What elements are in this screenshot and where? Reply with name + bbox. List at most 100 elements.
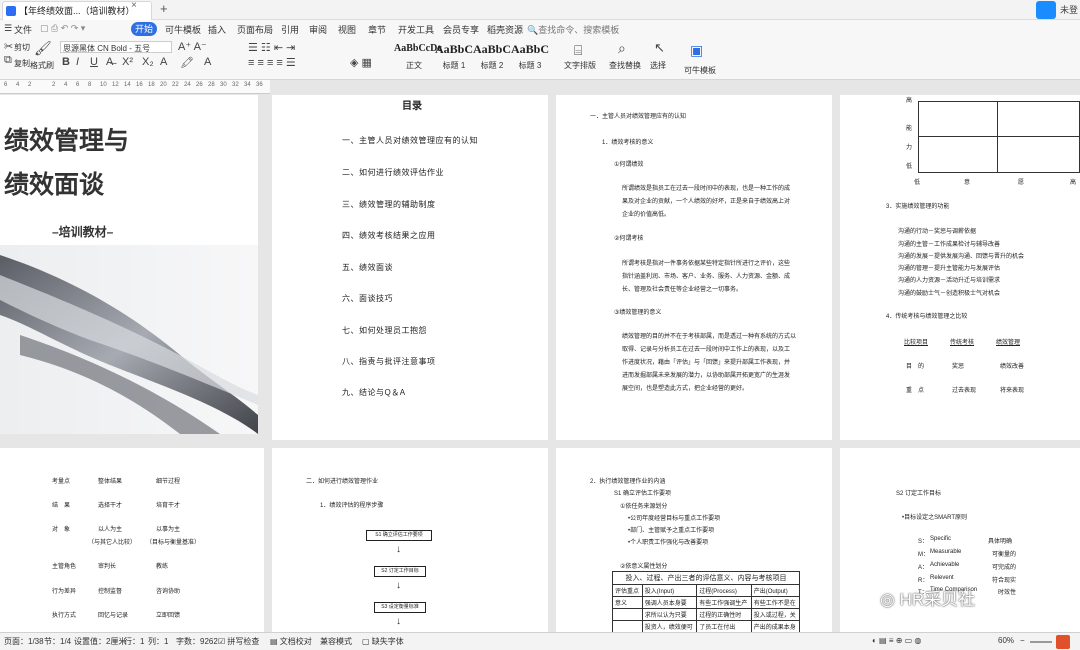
bold-icon[interactable]: B (62, 56, 70, 68)
copy-icon[interactable]: ⧉ (4, 54, 12, 67)
toc-heading: 目录 (402, 101, 422, 112)
find-replace-label[interactable]: 查找替换 (609, 60, 641, 71)
format-painter-icon[interactable]: 🖌 (34, 40, 52, 57)
compare-cell: （目标与衡量基准） (146, 540, 201, 546)
format-painter-label[interactable]: 格式刷 (30, 60, 54, 71)
font-color-icon[interactable]: A (160, 56, 167, 68)
menu-view[interactable]: 视图 (338, 23, 356, 36)
style-heading1[interactable]: AaBbC 标题 1 (434, 40, 474, 76)
superscript-icon[interactable]: X² (122, 56, 133, 68)
bullet-item: •个人职责工作强化与改善要项 (628, 540, 709, 546)
menu-chapter[interactable]: 章节 (368, 23, 386, 36)
compare-cell: 回忆与记录 (98, 613, 129, 619)
missing-font-button[interactable]: ▢ 缺失字体 (362, 636, 404, 647)
subhead-performance: ①何谓绩效 (614, 162, 644, 168)
subhead-by-source: ①依任务来源划分 (620, 504, 668, 510)
toc-item-1[interactable]: 一、主管人员对绩效管理应有的认知 (342, 135, 478, 146)
compare-cell: 主管角色 (52, 564, 77, 570)
subsection-heading: 1．绩效评估的程序步骤 (320, 503, 384, 509)
compare-cell: 绩效改善 (1000, 364, 1025, 370)
italic-icon[interactable]: I (76, 56, 79, 68)
subscript-icon[interactable]: X₂ (142, 56, 154, 68)
compare-header: 传统考核 (950, 340, 975, 346)
cut-label[interactable]: 剪切 (14, 42, 30, 53)
compare-cell: 奖惩 (952, 364, 965, 370)
font-select[interactable]: 思源黑体 CN Bold - 五号 (60, 41, 172, 53)
document-tab[interactable]: 【年终绩效面...（培训教材） (2, 1, 152, 20)
hamburger-menu-icon[interactable]: ☰ (4, 23, 12, 34)
toc-item-4[interactable]: 四、绩效考核结果之应用 (342, 230, 436, 241)
paragraph-line: 取得、记录与分析员工在过去一段时间中工作上的表现，以及工 (622, 347, 791, 353)
zoom-out-icon[interactable]: − (1020, 636, 1025, 645)
toc-item-5[interactable]: 五、绩效面谈 (342, 262, 393, 273)
toc-item-6[interactable]: 六、面谈技巧 (342, 293, 393, 304)
menu-bar: ☰ 文件 ▢ ⎙ ↶ ↷ ▾ 开始 可牛模板 插入 页面布局 引用 审阅 视图 … (0, 20, 1080, 38)
underline-icon[interactable]: U (90, 56, 98, 68)
menu-page-layout[interactable]: 页面布局 (237, 23, 273, 36)
text-layout-label[interactable]: 文字排版 (564, 60, 596, 71)
ruler-tick: 34 (244, 82, 251, 88)
close-tab-icon[interactable]: × (131, 0, 137, 11)
highlight-icon[interactable]: 🖍 (180, 56, 194, 69)
toc-item-3[interactable]: 三、绩效管理的辅助制度 (342, 199, 436, 210)
style-heading3[interactable]: AaBbC 标题 3 (510, 40, 550, 76)
style-heading2[interactable]: AaBbC 标题 2 (472, 40, 512, 76)
cloud-sync-icon[interactable] (1036, 1, 1056, 19)
select-cursor-icon[interactable]: ↖ (654, 40, 665, 56)
matrix-y-label: 能 (906, 126, 913, 132)
view-mode-icons[interactable]: ◐ ▤ ≡ ⊕ ▭ ◍ (872, 636, 921, 645)
ruler-tick: 10 (100, 82, 107, 88)
template-icon[interactable]: ▣ (690, 42, 703, 59)
find-replace-icon[interactable]: ⌕ (618, 40, 626, 57)
menu-template[interactable]: 可牛模板 (165, 23, 201, 36)
ruler-tick: 4 (64, 82, 68, 88)
select-label[interactable]: 选择 (650, 60, 666, 71)
command-search-input[interactable]: 🔍查找命令、搜索模板 (527, 23, 619, 36)
zoom-slider[interactable] (1030, 641, 1052, 643)
toc-item-2[interactable]: 二、如何进行绩效评估作业 (342, 167, 444, 178)
subhead-appraisal: ②何谓考核 (614, 236, 644, 242)
style-normal[interactable]: AaBbCcDc 正文 (394, 40, 442, 76)
status-page[interactable]: 页面：1/38 (4, 636, 44, 647)
text-color-icon[interactable]: A (204, 56, 211, 68)
copy-label[interactable]: 复制 (14, 58, 30, 69)
spell-check-toggle[interactable]: ☑ 拼写检查 (218, 636, 259, 647)
toc-item-8[interactable]: 八、指责与批评注意事项 (342, 356, 436, 367)
toc-item-7[interactable]: 七、如何处理员工抱怨 (342, 325, 427, 336)
matrix-y-label: 力 (906, 145, 913, 151)
menu-daoke[interactable]: 稻壳资源 (487, 23, 523, 36)
table-header: 投入(Input) (641, 584, 698, 597)
status-word-count[interactable]: 字数：9262 (176, 636, 218, 647)
menu-file[interactable]: 文件 (14, 23, 32, 36)
toc-item-9[interactable]: 九、结论与Q＆A (342, 387, 406, 398)
menu-member[interactable]: 会员专享 (443, 23, 479, 36)
menu-developer[interactable]: 开发工具 (398, 23, 434, 36)
sogou-ime-icon[interactable] (1056, 635, 1070, 649)
text-layout-icon[interactable]: ⌸ (574, 42, 582, 59)
alignment-icons[interactable]: ≡ ≡ ≡ ≡ ☰ (248, 56, 296, 69)
paragraph-list-icons[interactable]: ☰ ☷ ⇤ ⇥ (248, 41, 295, 54)
strikethrough-icon[interactable]: A̶ (106, 56, 113, 68)
smart-letter: A： (918, 565, 929, 571)
doc-check-button[interactable]: ▤ 文档校对 (270, 636, 312, 647)
menu-start[interactable]: 开始 (131, 22, 157, 36)
font-grow-icon[interactable]: A⁺ A⁻ (178, 40, 207, 53)
new-tab-icon[interactable]: + (160, 1, 168, 16)
user-login-label[interactable]: 未登 (1060, 3, 1078, 16)
cut-icon[interactable]: ✂ (4, 40, 13, 53)
smart-term: Measurable (930, 549, 962, 555)
menu-review[interactable]: 审阅 (309, 23, 327, 36)
menu-references[interactable]: 引用 (281, 23, 299, 36)
shading-icon[interactable]: ◈ ▦ (350, 56, 372, 69)
zoom-level[interactable]: 60% (998, 636, 1014, 645)
smart-letter: R： (918, 578, 929, 584)
ruler-tick: 20 (160, 82, 167, 88)
ruler-tick: 4 (16, 82, 20, 88)
table-cell: 投入或过程，关 (750, 608, 801, 621)
document-tab-title: 【年终绩效面...（培训教材） (19, 6, 135, 16)
quick-access-icons[interactable]: ▢ ⎙ ↶ ↷ ▾ (40, 23, 85, 34)
matrix-grid (918, 101, 1080, 173)
compare-cell: 咨询协助 (156, 589, 181, 595)
template-label[interactable]: 可牛模板 (684, 65, 716, 76)
menu-insert[interactable]: 插入 (208, 23, 226, 36)
